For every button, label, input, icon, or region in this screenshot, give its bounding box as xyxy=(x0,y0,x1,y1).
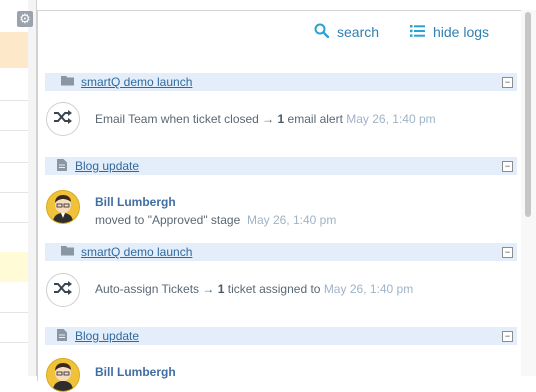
user-name[interactable]: Bill Lumbergh xyxy=(95,195,176,209)
hide-logs-button[interactable]: hide logs xyxy=(410,22,489,42)
row-divider xyxy=(0,100,28,101)
timestamp: May 26, 1:40 pm xyxy=(346,112,436,126)
panel-scrollbar-thumb[interactable] xyxy=(525,12,531,217)
collapse-icon[interactable]: − xyxy=(502,77,513,88)
row-divider xyxy=(0,130,28,131)
search-button[interactable]: search xyxy=(314,22,379,42)
project-link[interactable]: smartQ demo launch xyxy=(81,245,192,259)
automation-avatar xyxy=(46,102,80,136)
background-app-strip xyxy=(0,0,29,376)
log-group-header: smartQ demo launch − xyxy=(45,73,517,91)
highlight-row xyxy=(0,252,28,282)
project-link[interactable]: Blog update xyxy=(75,159,139,173)
highlight-row xyxy=(0,32,28,68)
row-divider xyxy=(0,342,28,343)
search-label: search xyxy=(337,24,380,40)
background-scrollbar[interactable] xyxy=(28,0,37,376)
row-divider xyxy=(0,222,28,223)
timestamp: May 26, 1:40 pm xyxy=(323,282,414,296)
collapse-icon[interactable]: − xyxy=(502,331,513,342)
document-icon xyxy=(55,328,69,344)
folder-icon xyxy=(61,245,75,259)
gear-icon[interactable]: ⚙ xyxy=(17,11,33,27)
log-group-header: smartQ demo launch − xyxy=(45,243,517,261)
shuffle-icon xyxy=(54,280,72,300)
log-group-header: Blog update − xyxy=(45,327,517,345)
log-group-header: Blog update − xyxy=(45,157,517,175)
project-link[interactable]: Blog update xyxy=(75,329,139,343)
search-icon xyxy=(314,23,330,42)
list-icon xyxy=(410,24,425,41)
avatar[interactable] xyxy=(46,190,80,224)
automation-avatar xyxy=(46,273,80,307)
folder-icon xyxy=(61,75,75,89)
log-entry-text: moved to "Approved" stage May 26, 1:40 p… xyxy=(95,213,337,227)
collapse-icon[interactable]: − xyxy=(502,161,513,172)
log-entry-text: Auto-assign Tickets → 1 ticket assigned … xyxy=(95,282,414,296)
row-divider xyxy=(0,312,28,313)
project-link[interactable]: smartQ demo launch xyxy=(81,75,192,89)
log-entry-text: Email Team when ticket closed → 1 email … xyxy=(95,112,436,126)
collapse-icon[interactable]: − xyxy=(502,247,513,258)
avatar[interactable] xyxy=(46,358,80,392)
row-divider xyxy=(0,162,28,163)
row-divider xyxy=(0,192,28,193)
user-name[interactable]: Bill Lumbergh xyxy=(95,365,176,379)
document-icon xyxy=(55,158,69,174)
hide-logs-label: hide logs xyxy=(433,24,490,40)
shuffle-icon xyxy=(54,109,72,129)
timestamp: May 26, 1:40 pm xyxy=(246,213,337,227)
